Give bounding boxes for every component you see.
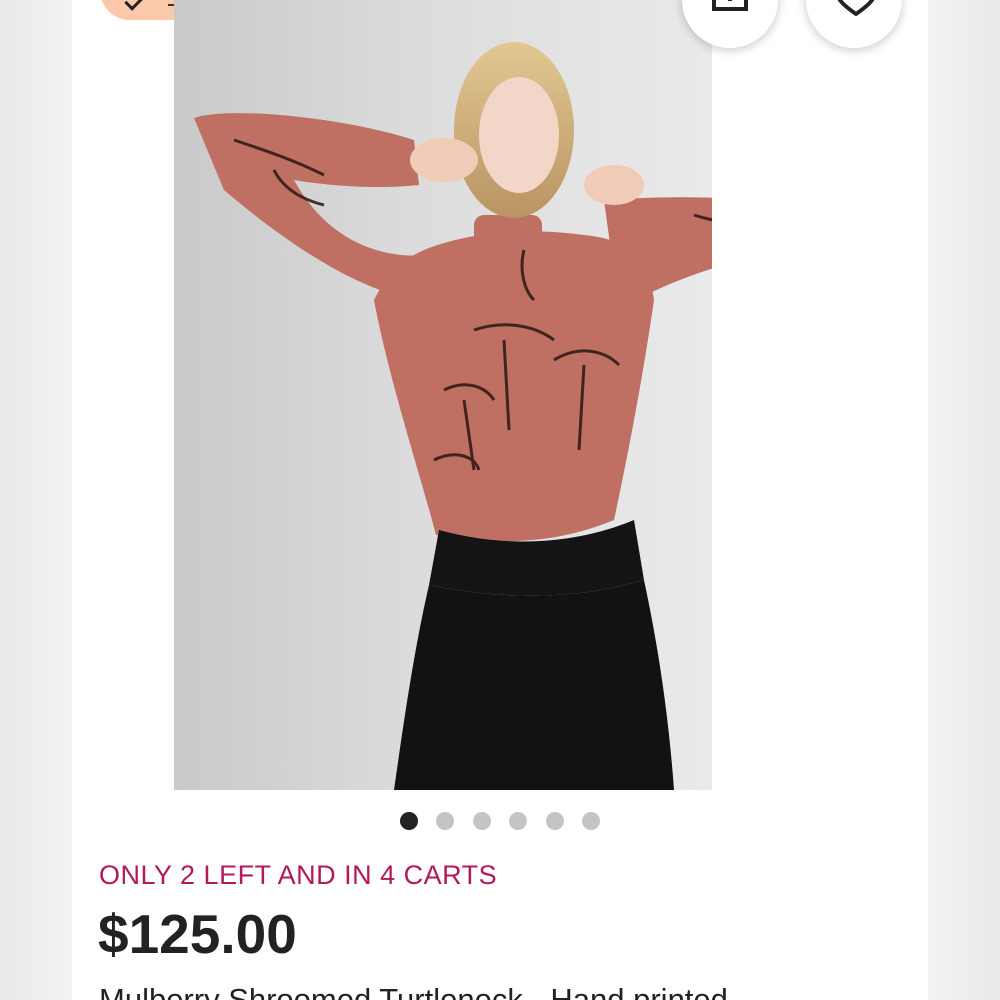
share-icon <box>712 0 748 11</box>
listing-page: ONLY 2 LEFT AND IN 4 CARTS $125.00 Mulbe… <box>72 0 928 1000</box>
listing-title: Mulberry Shroomed Turtleneck - Hand prin… <box>99 982 728 1000</box>
background-left <box>0 0 72 1000</box>
gallery-dot[interactable] <box>436 812 454 830</box>
favorite-button[interactable] <box>806 0 902 48</box>
stock-notice: ONLY 2 LEFT AND IN 4 CARTS <box>99 860 498 890</box>
gallery-dot[interactable] <box>582 812 600 830</box>
background-right <box>928 0 1000 1000</box>
check-icon <box>124 0 143 11</box>
heart-icon <box>837 0 875 16</box>
product-photo[interactable] <box>174 0 712 790</box>
gallery-dot[interactable] <box>400 812 418 830</box>
gallery-pagination <box>72 812 928 832</box>
gallery-dot[interactable] <box>509 812 527 830</box>
gallery-dot[interactable] <box>473 812 491 830</box>
gallery-dot[interactable] <box>546 812 564 830</box>
price: $125.00 <box>98 903 297 965</box>
